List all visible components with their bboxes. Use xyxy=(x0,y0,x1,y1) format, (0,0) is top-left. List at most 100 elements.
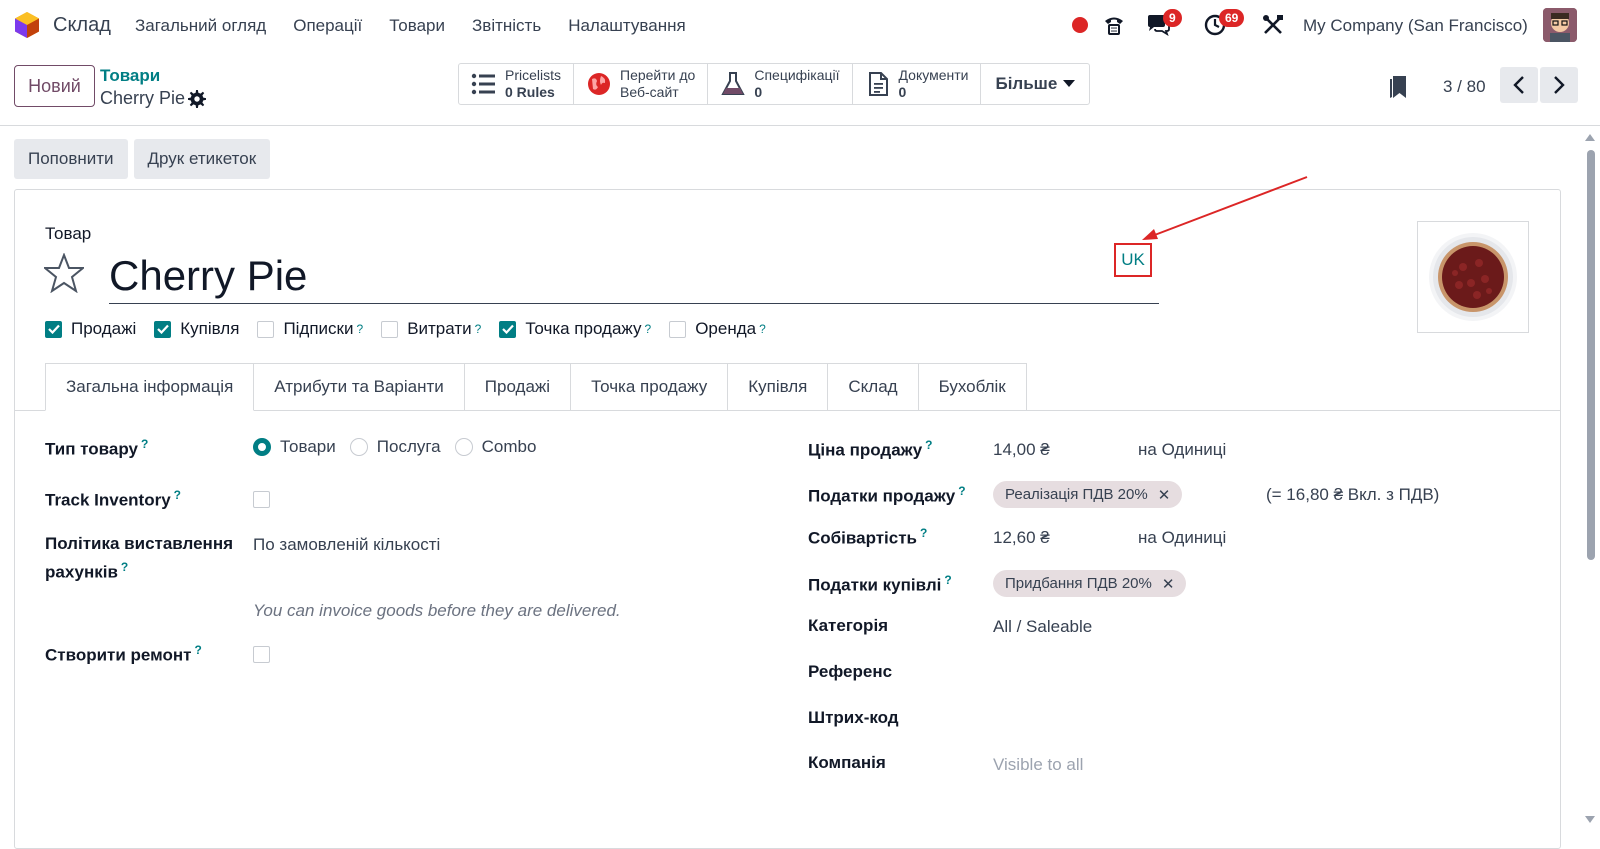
service-option-label: Послуга xyxy=(376,437,441,456)
rental-checkbox[interactable]: Оренда? xyxy=(669,319,766,339)
sale-price-label: Ціна продажу? xyxy=(808,438,933,461)
scrollbar-thumb[interactable] xyxy=(1587,150,1595,560)
remove-tag-icon[interactable]: ✕ xyxy=(1158,486,1171,504)
tab-purchase[interactable]: Купівля xyxy=(728,363,829,411)
product-image[interactable] xyxy=(1417,221,1529,333)
messages-badge: 9 xyxy=(1163,9,1182,27)
can-be-purchased-label: Купівля xyxy=(180,319,240,338)
replenish-button[interactable]: Поповнити xyxy=(14,139,128,179)
menu-reporting[interactable]: Звітність xyxy=(472,16,541,36)
help-tooltip-icon[interactable]: ? xyxy=(958,484,965,498)
sale-tax-tag-label: Реалізація ПДВ 20% xyxy=(1005,486,1148,503)
help-tooltip-icon[interactable]: ? xyxy=(944,573,951,587)
bookmark-icon[interactable] xyxy=(1390,76,1406,98)
pricelists-button[interactable]: Pricelists 0 Rules xyxy=(459,64,575,104)
point-of-sale-label: Точка продажу xyxy=(525,319,642,338)
help-tooltip-icon[interactable]: ? xyxy=(141,437,148,451)
expenses-label: Витрати xyxy=(407,319,472,338)
documents-button[interactable]: Документи 0 xyxy=(853,64,982,104)
help-tooltip-icon[interactable]: ? xyxy=(174,488,181,502)
invoicing-policy-label-text: рахунків xyxy=(45,562,118,582)
tools-icon[interactable] xyxy=(1262,14,1284,36)
menu-overview[interactable]: Загальний огляд xyxy=(135,16,266,36)
point-of-sale-checkbox[interactable]: Точка продажу? xyxy=(499,319,651,339)
gear-icon[interactable] xyxy=(188,90,206,108)
category-select[interactable]: All / Saleable xyxy=(993,617,1092,637)
breadcrumb-parent[interactable]: Товари xyxy=(100,66,160,86)
create-repair-label-text: Створити ремонт xyxy=(45,645,192,665)
tab-accounting[interactable]: Бухоблік xyxy=(918,363,1027,411)
product-type-service-radio[interactable]: Послуга xyxy=(349,437,441,457)
sale-price-input[interactable]: 14,00 ₴ xyxy=(993,440,1050,460)
inventory-app-icon[interactable] xyxy=(14,11,40,39)
scroll-down-icon[interactable] xyxy=(1584,815,1596,825)
barcode-input[interactable] xyxy=(993,704,1533,732)
create-repair-checkbox[interactable] xyxy=(253,646,270,663)
help-tooltip-icon[interactable]: ? xyxy=(925,438,932,452)
tab-sales[interactable]: Продажі xyxy=(464,363,572,411)
can-be-purchased-checkbox[interactable]: Купівля xyxy=(154,319,239,339)
product-field-label: Товар xyxy=(45,224,92,243)
product-type-checkboxes: Продажі Купівля Підписки? Витрати? Точка… xyxy=(45,319,784,339)
tab-inventory[interactable]: Склад xyxy=(828,363,919,411)
subscriptions-checkbox[interactable]: Підписки? xyxy=(257,319,363,339)
more-button[interactable]: Більше xyxy=(981,64,1089,104)
pricelists-rules: 0 Rules xyxy=(505,84,555,100)
recording-icon[interactable] xyxy=(1072,17,1088,33)
pager-next-button[interactable] xyxy=(1540,67,1578,103)
menu-configuration[interactable]: Налаштування xyxy=(568,16,686,36)
reference-input[interactable] xyxy=(993,658,1533,686)
bom-button[interactable]: Специфікації 0 xyxy=(708,64,853,104)
help-tooltip-icon[interactable]: ? xyxy=(759,322,766,336)
remove-tag-icon[interactable]: ✕ xyxy=(1162,575,1175,593)
product-type-goods-radio[interactable]: Товари xyxy=(253,437,336,457)
flask-icon xyxy=(721,72,746,95)
favorite-star-icon[interactable] xyxy=(44,253,84,293)
tab-general-information[interactable]: Загальна інформація xyxy=(45,363,255,411)
cost-input[interactable]: 12,60 ₴ xyxy=(993,528,1050,548)
company-select[interactable]: Visible to all xyxy=(993,755,1083,775)
tab-attributes-variants[interactable]: Атрибути та Варіанти xyxy=(254,363,465,411)
help-tooltip-icon[interactable]: ? xyxy=(121,560,128,574)
product-name-input[interactable]: Cherry Pie xyxy=(109,250,1159,304)
can-be-sold-checkbox[interactable]: Продажі xyxy=(45,319,136,339)
smart-buttons: Pricelists 0 Rules Перейти до Веб-сайт С… xyxy=(458,63,1091,105)
menu-operations[interactable]: Операції xyxy=(293,16,362,36)
track-inventory-label: Track Inventory? xyxy=(45,488,181,511)
help-tooltip-icon[interactable]: ? xyxy=(645,322,652,336)
track-inventory-checkbox[interactable] xyxy=(253,491,270,508)
pager-value[interactable]: 3 / 80 xyxy=(1443,77,1486,97)
bom-label: Специфікації xyxy=(754,67,840,83)
cost-label-text: Собівартість xyxy=(808,528,918,548)
print-labels-button[interactable]: Друк етикеток xyxy=(133,139,271,179)
pager-previous-button[interactable] xyxy=(1500,67,1538,103)
language-toggle-button[interactable]: UK xyxy=(1114,243,1152,277)
phone-icon[interactable] xyxy=(1102,13,1126,37)
purchase-tax-tag[interactable]: Придбання ПДВ 20% ✕ xyxy=(993,570,1187,597)
menu-products[interactable]: Товари xyxy=(389,16,445,36)
list-icon xyxy=(471,73,495,95)
new-button[interactable]: Новий xyxy=(14,65,95,107)
radio-selected-icon xyxy=(253,438,271,456)
checkbox-unchecked-icon xyxy=(669,320,687,338)
tab-point-of-sale[interactable]: Точка продажу xyxy=(571,363,729,411)
documents-count: 0 xyxy=(898,84,907,100)
expenses-checkbox[interactable]: Витрати? xyxy=(381,319,481,339)
user-avatar[interactable] xyxy=(1543,8,1577,42)
app-name[interactable]: Склад xyxy=(53,14,111,37)
company-switcher[interactable]: My Company (San Francisco) xyxy=(1303,16,1528,36)
invoicing-policy-select[interactable]: По замовленій кількості xyxy=(253,535,440,555)
subscriptions-label: Підписки xyxy=(283,319,354,338)
rental-label: Оренда xyxy=(695,319,757,338)
help-tooltip-icon[interactable]: ? xyxy=(195,643,202,657)
scroll-up-icon[interactable] xyxy=(1584,132,1596,142)
radio-unselected-icon xyxy=(454,438,473,456)
cherry-pie-image xyxy=(1429,233,1517,321)
help-tooltip-icon[interactable]: ? xyxy=(920,526,927,540)
sale-tax-tag[interactable]: Реалізація ПДВ 20% ✕ xyxy=(993,481,1183,508)
help-tooltip-icon[interactable]: ? xyxy=(475,322,482,336)
product-type-combo-radio[interactable]: Combo xyxy=(454,437,536,457)
help-tooltip-icon[interactable]: ? xyxy=(357,322,364,336)
form-tabs: Загальна інформація Атрибути та Варіанти… xyxy=(45,363,1027,411)
go-to-website-button[interactable]: Перейти до Веб-сайт xyxy=(574,64,709,104)
